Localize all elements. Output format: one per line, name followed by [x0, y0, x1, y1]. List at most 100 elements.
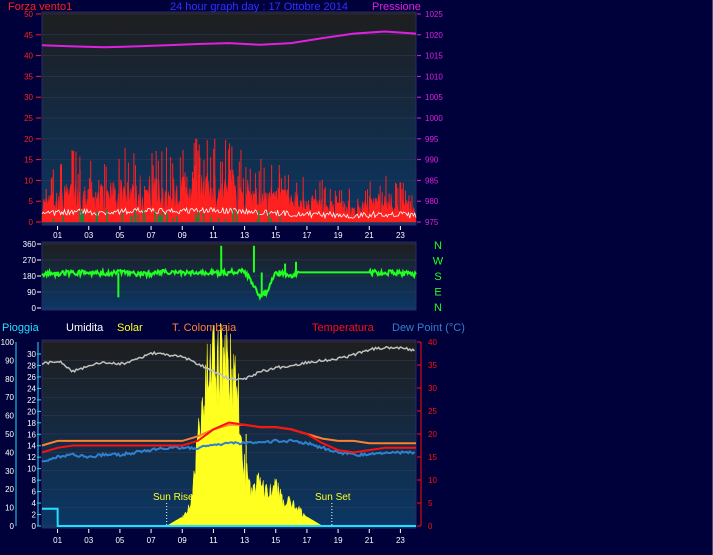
wind-tick-label: 15 [24, 156, 33, 165]
temp-tick-label: 35 [428, 361, 437, 370]
humidity-tick-label: 100 [1, 338, 15, 347]
humidity-label: Umidita [66, 322, 104, 334]
wind-tick-label: 10 [24, 176, 33, 185]
wind-pressure-chart: 05101520253035404550 9759809859909951000… [8, 1, 443, 240]
wind-tick-label: 40 [24, 52, 33, 61]
rain-tick-label: 14 [27, 442, 36, 451]
rain-tick-label: 24 [27, 384, 36, 393]
solar-label: Solar [117, 322, 143, 334]
rain-tick-label: 4 [32, 499, 37, 508]
hour-tick-label: 01 [53, 231, 62, 240]
wind-tick-label: 5 [29, 197, 34, 206]
humidity-tick-label: 90 [5, 356, 14, 365]
hour-tick-label: 15 [271, 231, 280, 240]
wind-tick-label: 30 [24, 93, 33, 102]
wind-tick-label: 35 [24, 72, 33, 81]
direction-tick-label: 270 [23, 256, 37, 265]
hour-tick-label: 17 [302, 536, 311, 545]
wind-tick-label: 45 [24, 31, 33, 40]
compass-label: N [434, 302, 442, 314]
rain-tick-label: 8 [32, 476, 37, 485]
chart-frame: 0 5 10 15 20 25 30 35 40 45 50 975 980 985 990 995 1000… [0, 0, 713, 555]
temp-tick-label: 5 [428, 499, 433, 508]
hour-tick-label: 17 [302, 231, 311, 240]
pressure-tick-label: 1020 [425, 31, 443, 40]
pressure-tick-label: 1000 [425, 114, 443, 123]
hour-tick-label: 05 [115, 536, 124, 545]
hour-tick-label: 03 [84, 536, 93, 545]
compass-label: N [434, 240, 442, 252]
temp-tick-label: 15 [428, 453, 437, 462]
weather-graph: 05101520253035404550 9759809859909951000… [1, 1, 465, 545]
rain-tick-label: 30 [27, 350, 36, 359]
hour-tick-label: 19 [334, 536, 343, 545]
sunrise-label: Sun Rise [153, 492, 194, 503]
pressure-tick-label: 975 [425, 218, 439, 227]
hour-tick-label: 21 [365, 536, 374, 545]
hour-tick-label: 03 [84, 231, 93, 240]
tcol-label: T. Colombaia [172, 322, 237, 334]
humidity-tick-label: 50 [5, 430, 14, 439]
compass-label: S [434, 271, 441, 283]
rain-tick-label: 28 [27, 361, 36, 370]
wind-axis-label: Forza vento1 [8, 1, 72, 13]
hour-tick-label: 05 [115, 231, 124, 240]
hour-tick-label: 01 [53, 536, 62, 545]
humidity-tick-label: 10 [5, 504, 14, 513]
sunset-label: Sun Set [315, 492, 351, 503]
temp-humidity-chart: 0102030405060708090100024681012141618202… [1, 322, 465, 545]
wind-direction-chart: 090180270360 NWSEN [23, 240, 444, 314]
temp-tick-label: 10 [428, 476, 437, 485]
rain-tick-label: 0 [32, 522, 37, 531]
rain-tick-label: 18 [27, 419, 36, 428]
hour-tick-label: 09 [178, 231, 187, 240]
pressure-axis-label: Pressione [372, 1, 421, 13]
wind-tick-label: 20 [24, 135, 33, 144]
hour-tick-label: 13 [240, 231, 249, 240]
rain-tick-label: 12 [27, 453, 36, 462]
hour-tick-label: 19 [334, 231, 343, 240]
hour-tick-label: 07 [147, 536, 156, 545]
rain-tick-label: 20 [27, 407, 36, 416]
temp-tick-label: 20 [428, 430, 437, 439]
hour-tick-label: 11 [209, 231, 218, 240]
compass-label: W [433, 256, 444, 268]
pressure-tick-label: 990 [425, 156, 439, 165]
dewpoint-label: Dew Point (°C) [392, 322, 465, 334]
rain-tick-label: 22 [27, 396, 36, 405]
pressure-tick-label: 995 [425, 135, 439, 144]
pressure-tick-label: 1005 [425, 93, 443, 102]
pressure-tick-label: 980 [425, 197, 439, 206]
temp-tick-label: 25 [428, 407, 437, 416]
rain-tick-label: 10 [27, 465, 36, 474]
direction-tick-label: 90 [27, 288, 36, 297]
hour-tick-label: 23 [396, 536, 405, 545]
temp-tick-label: 30 [428, 384, 437, 393]
direction-tick-label: 180 [23, 272, 37, 281]
direction-tick-label: 0 [32, 304, 37, 313]
humidity-tick-label: 70 [5, 393, 14, 402]
pressure-tick-label: 1010 [425, 72, 443, 81]
humidity-tick-label: 60 [5, 412, 14, 421]
pressure-tick-label: 1015 [425, 52, 443, 61]
rain-tick-label: 16 [27, 430, 36, 439]
hour-tick-label: 13 [240, 536, 249, 545]
hour-tick-label: 07 [147, 231, 156, 240]
temperature-label: Temperatura [312, 322, 375, 334]
humidity-tick-label: 20 [5, 485, 14, 494]
rain-tick-label: 2 [32, 511, 37, 520]
humidity-tick-label: 0 [10, 522, 15, 531]
hour-tick-label: 11 [209, 536, 218, 545]
compass-label: E [434, 287, 441, 299]
temp-tick-label: 40 [428, 338, 437, 347]
direction-tick-label: 360 [23, 240, 37, 249]
hour-tick-label: 09 [178, 536, 187, 545]
humidity-tick-label: 40 [5, 448, 14, 457]
chart-title: 24 hour graph day : 17 Ottobre 2014 [170, 1, 348, 13]
pressure-tick-label: 1025 [425, 10, 443, 19]
wind-tick-label: 25 [24, 114, 33, 123]
rain-label: Pioggia [2, 322, 40, 334]
rain-tick-label: 6 [32, 488, 37, 497]
temp-tick-label: 0 [428, 522, 433, 531]
hour-tick-label: 23 [396, 231, 405, 240]
